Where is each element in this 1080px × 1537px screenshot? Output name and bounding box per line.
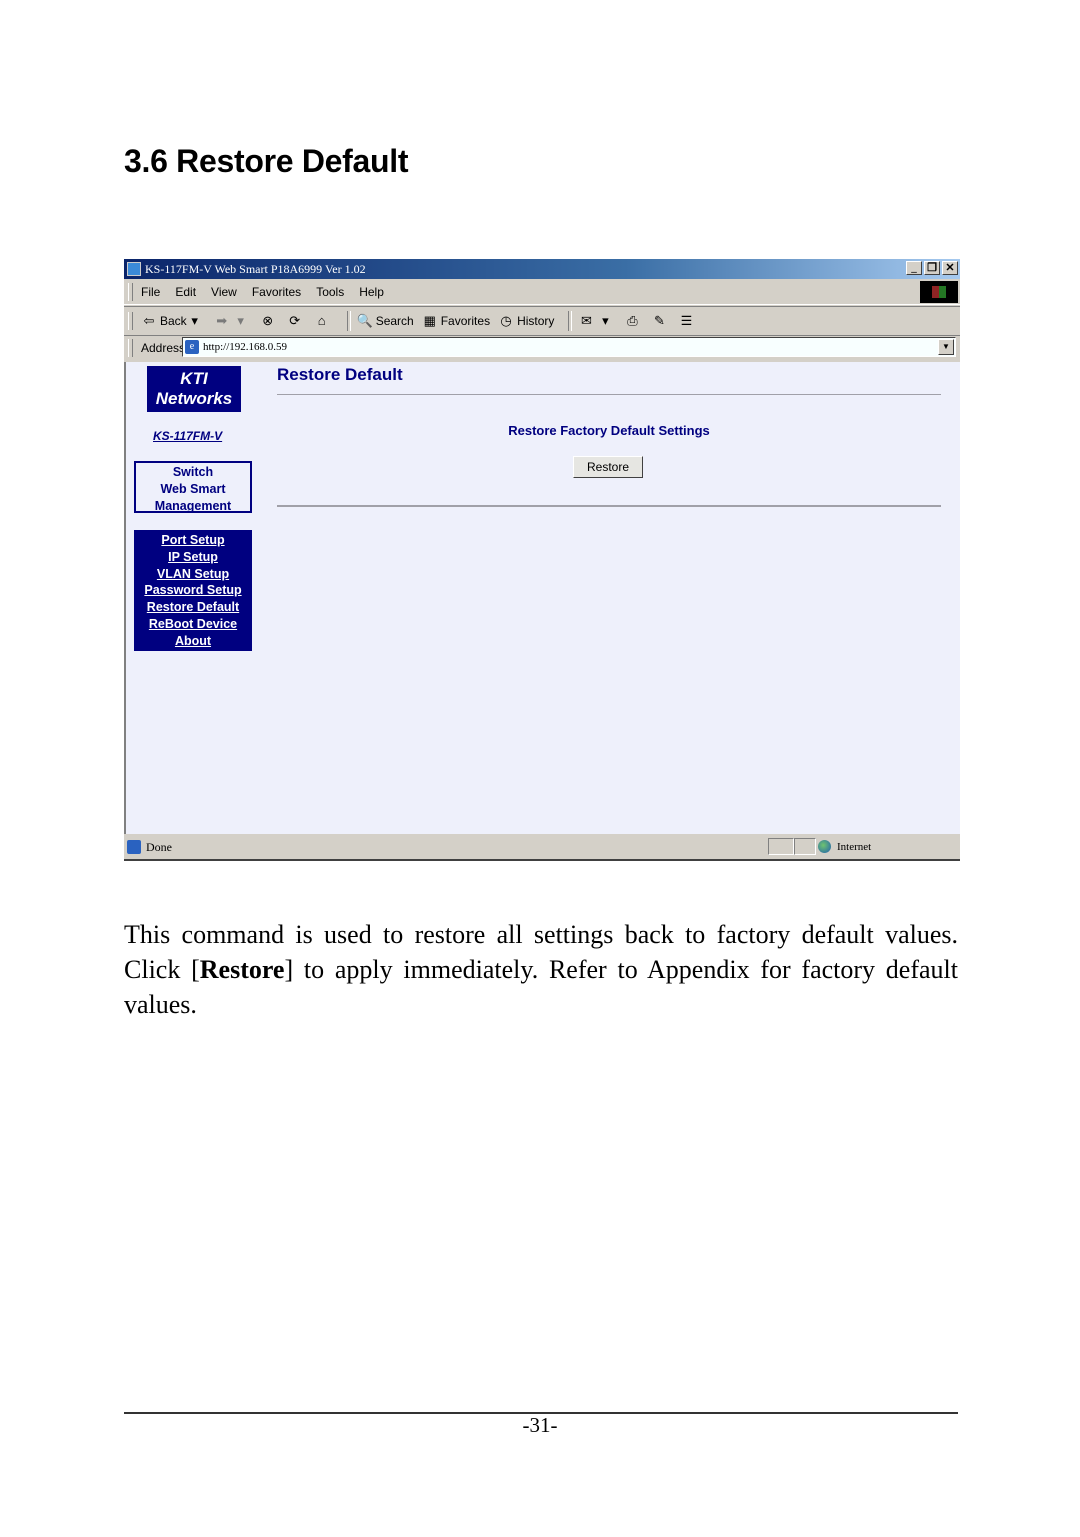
- print-button[interactable]: ⎙: [624, 313, 643, 329]
- nav-ip-setup[interactable]: IP Setup: [168, 549, 218, 566]
- page-done-icon: [127, 840, 141, 854]
- menu-help[interactable]: Help: [359, 285, 384, 299]
- back-button[interactable]: ⇦ Back ▾: [141, 313, 206, 329]
- divider: [277, 505, 941, 507]
- toolbar-grip[interactable]: [128, 312, 133, 330]
- standard-toolbar: ⇦ Back ▾ ➡ ▾ ⊗ ⟳ ⌂ 🔍 Search ▦ Favorites …: [124, 306, 960, 335]
- nav-restore-default[interactable]: Restore Default: [147, 599, 239, 616]
- zone-label: Internet: [837, 840, 872, 853]
- status-bar: Done Internet: [124, 836, 960, 858]
- menu-file[interactable]: File: [141, 285, 160, 299]
- toolbar-grip[interactable]: [128, 339, 133, 357]
- edit-button[interactable]: ✎: [651, 313, 670, 329]
- title-bar: KS-117FM-V Web Smart P18A6999 Ver 1.02 _…: [124, 259, 960, 279]
- model-link[interactable]: KS-117FM-V: [153, 429, 222, 443]
- divider: [277, 394, 941, 395]
- menu-bar: File Edit View Favorites Tools Help: [124, 280, 960, 305]
- favorites-icon: ▦: [423, 313, 436, 328]
- logo-line-2: Networks: [155, 389, 233, 408]
- ie-icon: [127, 262, 141, 276]
- section-title: 3.6 Restore Default: [124, 143, 409, 179]
- favorites-label: Favorites: [440, 314, 491, 328]
- chevron-down-icon[interactable]: ▾: [187, 313, 203, 329]
- history-icon: ◷: [500, 313, 512, 328]
- address-bar: Address e http://192.168.0.59 ▼: [124, 335, 960, 360]
- brand-line: Web Smart: [160, 482, 226, 496]
- stop-icon: ⊗: [262, 313, 274, 328]
- brand-line: Management: [154, 499, 232, 513]
- edit-icon: ✎: [653, 313, 665, 328]
- search-icon: 🔍: [356, 313, 373, 328]
- discuss-button[interactable]: ☰: [678, 313, 697, 329]
- back-arrow-icon: ⇦: [143, 313, 155, 328]
- side-nav: Port Setup IP Setup VLAN Setup Password …: [134, 530, 252, 651]
- nav-port-setup[interactable]: Port Setup: [161, 532, 224, 549]
- globe-icon: [818, 840, 831, 853]
- content-title: Restore Default: [277, 365, 403, 384]
- chevron-down-icon: ▾: [602, 313, 609, 328]
- menu-favorites[interactable]: Favorites: [252, 285, 301, 299]
- menu-tools[interactable]: Tools: [316, 285, 344, 299]
- page-number: -31-: [522, 1413, 558, 1437]
- forward-button[interactable]: ➡ ▾: [214, 313, 252, 329]
- restore-button[interactable]: Restore: [573, 456, 643, 478]
- home-button[interactable]: ⌂: [314, 313, 333, 329]
- address-input[interactable]: e http://192.168.0.59 ▼: [182, 337, 956, 357]
- history-button[interactable]: ◷ History: [498, 313, 554, 329]
- address-url: http://192.168.0.59: [203, 341, 288, 353]
- home-icon: ⌂: [317, 313, 326, 328]
- history-label: History: [517, 314, 555, 328]
- mail-icon: ✉: [580, 313, 592, 328]
- restore-window-button[interactable]: ❐: [924, 261, 940, 275]
- security-zone: Internet: [818, 838, 871, 855]
- forward-arrow-icon: ➡: [216, 313, 228, 328]
- nav-reboot-device[interactable]: ReBoot Device: [149, 616, 237, 633]
- address-label: Address: [141, 341, 186, 355]
- close-button[interactable]: ✕: [942, 261, 958, 275]
- favorites-button[interactable]: ▦ Favorites: [422, 313, 491, 329]
- address-dropdown-button[interactable]: ▼: [938, 339, 954, 355]
- minimize-button[interactable]: _: [906, 261, 922, 275]
- print-icon: ⎙: [627, 313, 638, 328]
- kti-logo: KTI Networks: [147, 366, 241, 412]
- status-text: Done: [146, 839, 172, 854]
- windows-logo-icon: [920, 281, 958, 303]
- back-label: Back: [160, 314, 187, 328]
- search-label: Search: [375, 314, 414, 328]
- description-paragraph: This command is used to restore all sett…: [124, 917, 958, 1022]
- discuss-icon: ☰: [680, 313, 693, 328]
- chevron-down-icon[interactable]: ▾: [233, 313, 249, 329]
- menu-edit[interactable]: Edit: [175, 285, 196, 299]
- refresh-icon: ⟳: [289, 313, 301, 328]
- nav-about[interactable]: About: [175, 633, 211, 650]
- paragraph-bold-restore: Restore: [199, 955, 285, 984]
- brand-line: Switch: [172, 465, 214, 479]
- nav-password-setup[interactable]: Password Setup: [144, 582, 241, 599]
- toolbar-separator: [568, 311, 573, 331]
- page-viewport: KTI Networks KS-117FM-V Switch Web Smart…: [124, 362, 960, 834]
- mail-button[interactable]: ✉ ▾: [578, 313, 616, 329]
- refresh-button[interactable]: ⟳: [287, 313, 306, 329]
- status-panel: [794, 838, 816, 855]
- search-button[interactable]: 🔍 Search: [357, 313, 414, 329]
- window-title: KS-117FM-V Web Smart P18A6999 Ver 1.02: [145, 261, 366, 276]
- restore-subheading: Restore Factory Default Settings: [508, 423, 710, 438]
- page-icon: e: [185, 340, 199, 354]
- toolbar-grip[interactable]: [128, 283, 133, 301]
- stop-button[interactable]: ⊗: [260, 313, 279, 329]
- toolbar-separator: [346, 311, 351, 331]
- product-label-box: Switch Web Smart Management: [134, 461, 252, 513]
- menu-view[interactable]: View: [211, 285, 237, 299]
- nav-vlan-setup[interactable]: VLAN Setup: [157, 566, 229, 583]
- browser-window-screenshot: KS-117FM-V Web Smart P18A6999 Ver 1.02 _…: [124, 259, 960, 861]
- logo-line-1: KTI: [180, 369, 208, 388]
- status-panel: [768, 838, 794, 855]
